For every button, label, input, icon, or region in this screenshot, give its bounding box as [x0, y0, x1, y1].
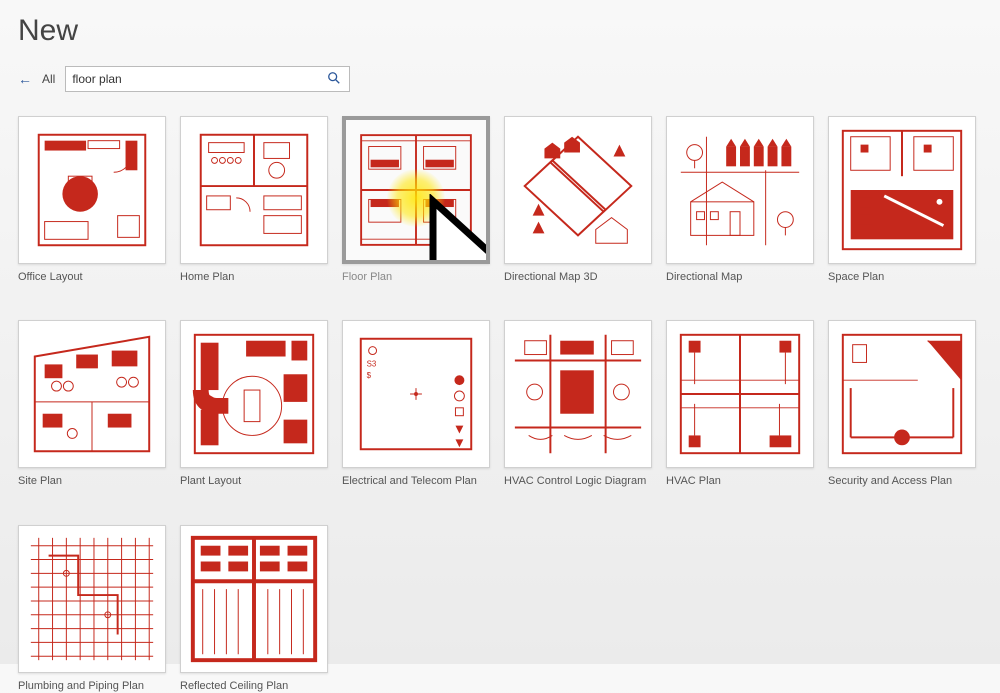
template-security-access-plan[interactable]: Security and Access Plan: [828, 320, 976, 488]
template-thumbnail: [828, 320, 976, 468]
template-label: Plant Layout: [180, 474, 328, 488]
template-directional-map-3d[interactable]: Directional Map 3D: [504, 116, 652, 284]
category-all-link[interactable]: All: [42, 72, 55, 86]
search-box[interactable]: [65, 66, 350, 92]
template-label: Space Plan: [828, 270, 976, 284]
template-office-layout[interactable]: Office Layout: [18, 116, 166, 284]
template-reflected-ceiling-plan[interactable]: Reflected Ceiling Plan: [180, 525, 328, 693]
back-button[interactable]: ←: [18, 71, 32, 87]
search-row: ← All: [18, 66, 982, 92]
template-electrical-telecom-plan[interactable]: S3 $ Electrical and Telecom Plan: [342, 320, 490, 488]
template-thumbnail: [180, 525, 328, 673]
template-grid: Office Layout Home Plan: [18, 116, 982, 693]
template-label: Electrical and Telecom Plan: [342, 474, 490, 488]
template-thumbnail: [180, 116, 328, 264]
template-label: Directional Map: [666, 270, 814, 284]
template-thumbnail: [666, 320, 814, 468]
template-label: Office Layout: [18, 270, 166, 284]
template-floor-plan[interactable]: ⇲ Floor Plan: [342, 116, 490, 284]
page-title: New: [18, 14, 982, 48]
template-thumbnail: [828, 116, 976, 264]
template-directional-map[interactable]: Directional Map: [666, 116, 814, 284]
template-thumbnail: [18, 525, 166, 673]
template-label: Site Plan: [18, 474, 166, 488]
template-label: Security and Access Plan: [828, 474, 976, 488]
template-thumbnail: [666, 116, 814, 264]
template-thumbnail: [18, 116, 166, 264]
template-label: Directional Map 3D: [504, 270, 652, 284]
template-label: Home Plan: [180, 270, 328, 284]
template-hvac-control-logic[interactable]: HVAC Control Logic Diagram: [504, 320, 652, 488]
template-home-plan[interactable]: Home Plan: [180, 116, 328, 284]
template-thumbnail: [18, 320, 166, 468]
template-thumbnail: [504, 116, 652, 264]
template-thumbnail: [504, 320, 652, 468]
template-thumbnail: S3 $: [342, 320, 490, 468]
template-site-plan[interactable]: Site Plan: [18, 320, 166, 488]
template-space-plan[interactable]: Space Plan: [828, 116, 976, 284]
search-icon: [327, 71, 341, 85]
template-thumbnail: ⇲: [342, 116, 490, 264]
template-label: Reflected Ceiling Plan: [180, 679, 328, 693]
template-label: Floor Plan: [342, 270, 490, 284]
template-hvac-plan[interactable]: HVAC Plan: [666, 320, 814, 488]
template-plant-layout[interactable]: Plant Layout: [180, 320, 328, 488]
search-input[interactable]: [72, 72, 325, 86]
svg-text:$: $: [367, 372, 372, 381]
template-thumbnail: [180, 320, 328, 468]
svg-text:S3: S3: [367, 360, 377, 369]
cursor-icon: [412, 194, 490, 264]
template-label: HVAC Control Logic Diagram: [504, 474, 652, 488]
template-label: Plumbing and Piping Plan: [18, 679, 166, 693]
search-button[interactable]: [325, 71, 343, 88]
template-plumbing-piping-plan[interactable]: Plumbing and Piping Plan: [18, 525, 166, 693]
template-label: HVAC Plan: [666, 474, 814, 488]
